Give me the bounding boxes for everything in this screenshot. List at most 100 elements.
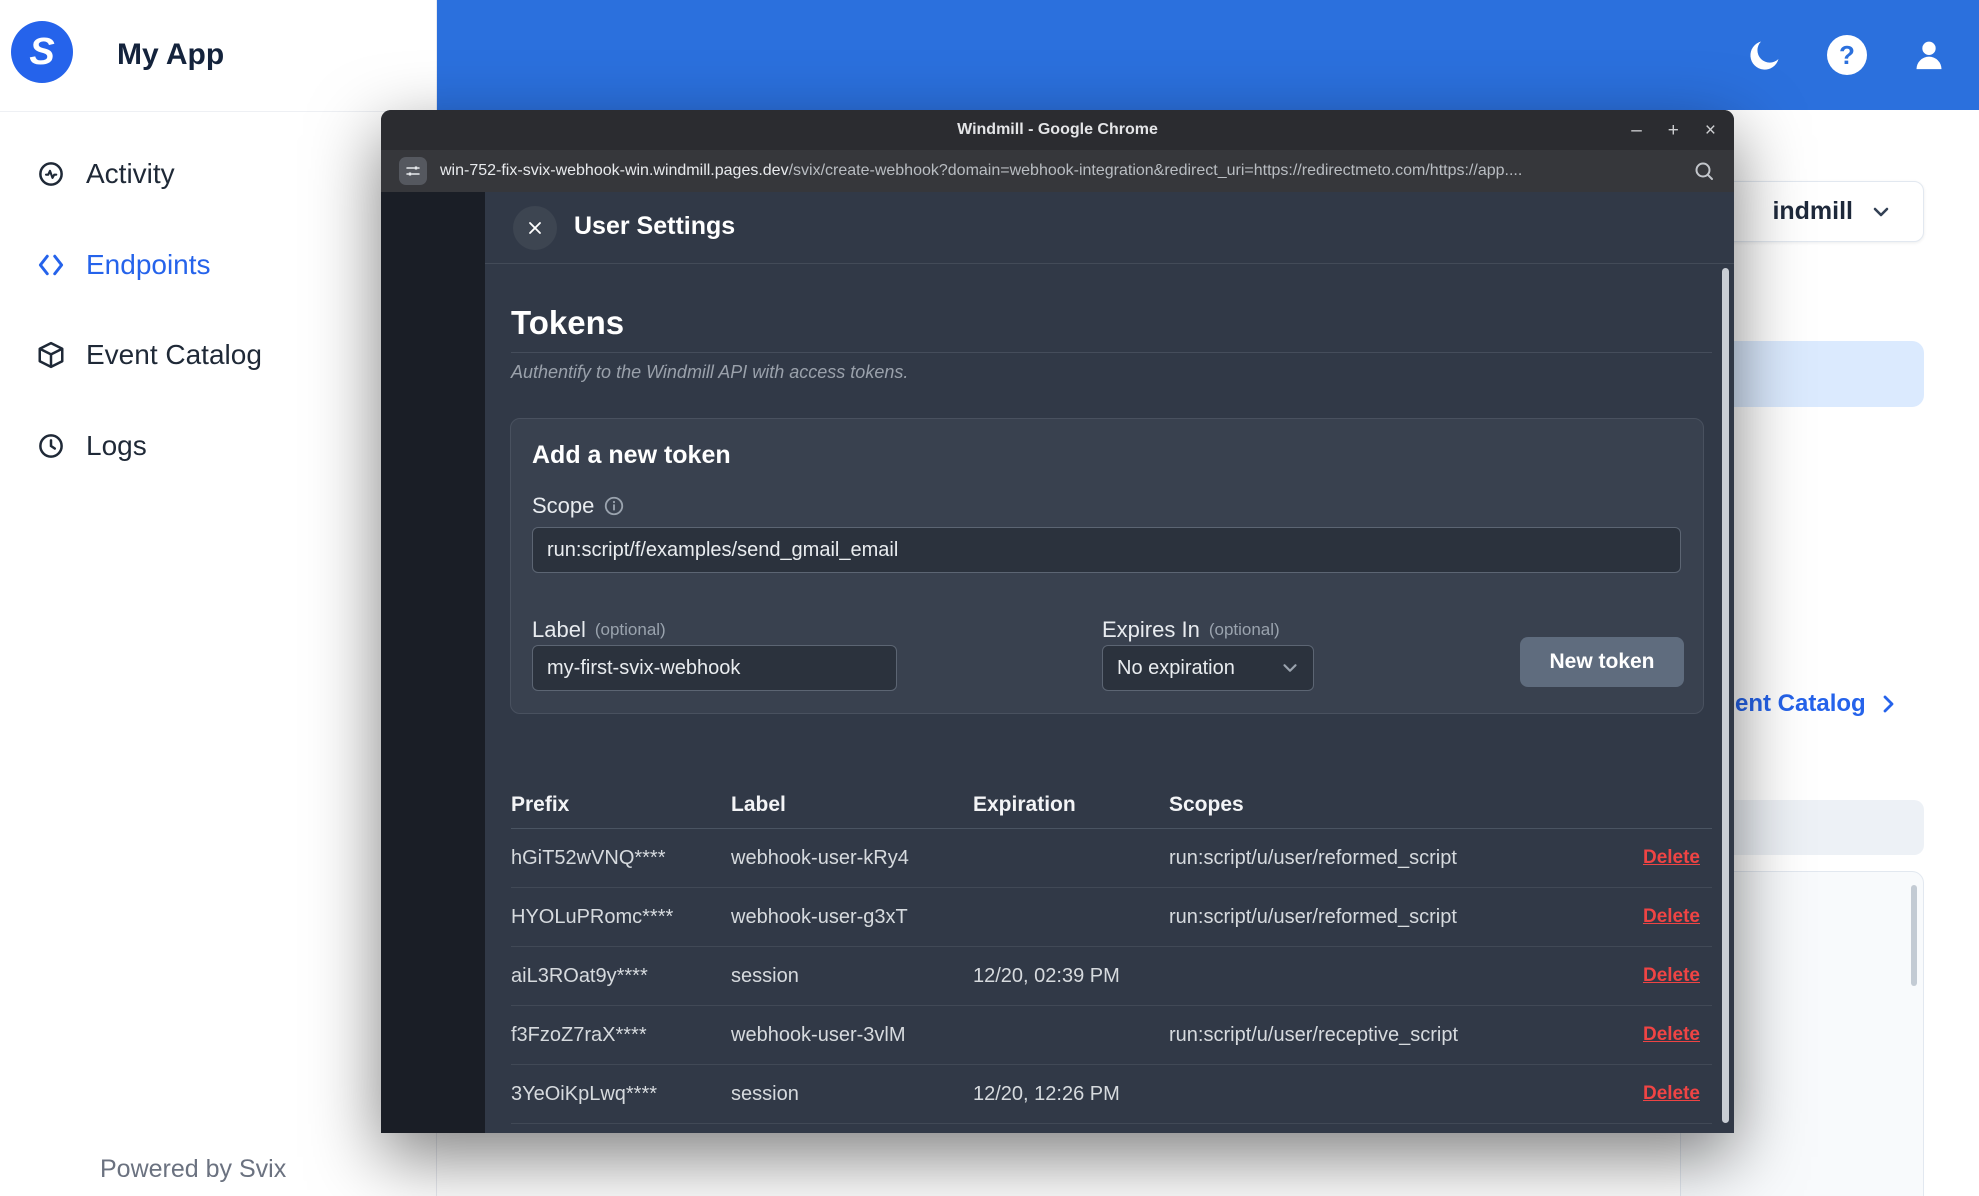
add-token-panel: Add a new token Scope Label (optional) E… [510, 418, 1704, 714]
url-text[interactable]: win-752-fix-svix-webhook-win.windmill.pa… [440, 162, 1679, 180]
help-icon: ? [1827, 35, 1867, 75]
table-row: hGiT52wVNQ**** webhook-user-kRy4 run:scr… [511, 829, 1712, 888]
close-window-button[interactable]: × [1705, 121, 1716, 140]
window-title: Windmill - Google Chrome [957, 121, 1158, 138]
dark-mode-toggle[interactable] [1743, 33, 1787, 77]
tokens-table-header: Prefix Label Expiration Scopes [511, 781, 1712, 829]
header-expiration: Expiration [973, 792, 1076, 816]
header-scopes: Scopes [1169, 792, 1244, 816]
tokens-table: Prefix Label Expiration Scopes hGiT52wVN… [511, 781, 1712, 1124]
sidebar-item-label: Activity [86, 158, 175, 189]
panel-scrollbar[interactable] [1911, 885, 1917, 986]
token-prefix: f3FzoZ7raX**** [511, 1023, 647, 1046]
cube-icon [38, 341, 64, 369]
app-title: My App [117, 38, 225, 71]
user-settings-drawer: User Settings Tokens Authentify to the W… [485, 192, 1734, 1133]
delete-token-link[interactable]: Delete [1643, 847, 1700, 869]
drawer-backdrop[interactable] [381, 192, 485, 1133]
sidebar-item-label: Endpoints [86, 249, 211, 280]
add-token-title: Add a new token [532, 441, 731, 469]
drawer-scrollbar[interactable] [1722, 268, 1729, 1123]
event-catalog-link-label: ent Catalog [1735, 690, 1866, 717]
moon-icon [1750, 41, 1779, 70]
browser-content: User Settings Tokens Authentify to the W… [381, 192, 1734, 1133]
token-expiration: 12/20, 12:26 PM [973, 1082, 1120, 1105]
sidebar-item-label: Event Catalog [86, 339, 262, 370]
chevron-down-icon [1283, 664, 1297, 672]
window-titlebar[interactable]: Windmill - Google Chrome – + × [381, 110, 1734, 150]
window-controls: – + × [1631, 110, 1716, 150]
token-label: session [731, 964, 799, 987]
minimize-button[interactable]: – [1631, 121, 1642, 140]
url-path: /svix/create-webhook?domain=webhook-inte… [788, 162, 1523, 179]
token-scopes: run:script/u/user/reformed_script [1169, 846, 1457, 869]
chevron-right-icon [1883, 695, 1894, 713]
delete-token-link[interactable]: Delete [1643, 1024, 1700, 1046]
user-icon [1916, 41, 1942, 70]
token-prefix: aiL3ROat9y**** [511, 964, 648, 987]
delete-token-link[interactable]: Delete [1643, 1083, 1700, 1105]
close-icon [529, 222, 541, 234]
optional-hint: (optional) [594, 620, 666, 639]
token-label: webhook-user-g3xT [731, 905, 908, 928]
address-bar[interactable]: win-752-fix-svix-webhook-win.windmill.pa… [381, 150, 1734, 192]
chrome-window: Windmill - Google Chrome – + × win-752-f… [381, 110, 1734, 1133]
url-domain: win-752-fix-svix-webhook-win.windmill.pa… [440, 162, 789, 179]
history-icon [39, 434, 63, 458]
drawer-header: User Settings [485, 192, 1734, 264]
environment-dropdown-label: indmill [1772, 197, 1853, 225]
code-icon [38, 254, 64, 276]
tokens-heading: Tokens [511, 304, 625, 341]
delete-token-link[interactable]: Delete [1643, 906, 1700, 928]
table-row: aiL3ROat9y**** session 12/20, 02:39 PM D… [511, 947, 1712, 1006]
close-drawer-button[interactable] [513, 206, 557, 250]
delete-token-link[interactable]: Delete [1643, 965, 1700, 987]
token-label: session [731, 1082, 799, 1105]
table-row: 3YeOiKpLwq**** session 12/20, 12:26 PM D… [511, 1065, 1712, 1124]
header-prefix: Prefix [511, 792, 570, 816]
token-label: webhook-user-3vlM [731, 1023, 906, 1046]
optional-hint: (optional) [1208, 620, 1280, 639]
scope-input[interactable] [532, 527, 1681, 573]
token-scopes: run:script/u/user/reformed_script [1169, 905, 1457, 928]
powered-by-svix: Powered by Svix [100, 1155, 287, 1183]
expiration-select[interactable]: No expiration [1102, 645, 1314, 691]
info-icon[interactable] [603, 495, 625, 517]
site-settings-icon[interactable] [399, 157, 427, 185]
token-scopes: run:script/u/user/receptive_script [1169, 1023, 1459, 1046]
user-menu-button[interactable] [1907, 33, 1951, 77]
table-row: HYOLuPRomc**** webhook-user-g3xT run:scr… [511, 888, 1712, 947]
expiration-select-value: No expiration [1117, 656, 1235, 679]
desktop: ? indmill ent Catalog S My App Activity … [0, 0, 1979, 1196]
token-expiration: 12/20, 02:39 PM [973, 964, 1120, 987]
expires-label: Expires In (optional) [1102, 617, 1280, 642]
sidebar-item-logs[interactable]: Logs [0, 417, 360, 475]
sidebar: S My App Activity Endpoints Event Catalo… [0, 0, 437, 1196]
token-label: webhook-user-kRy4 [731, 846, 909, 869]
sidebar-item-endpoints[interactable]: Endpoints [0, 236, 360, 294]
sidebar-item-event-catalog[interactable]: Event Catalog [0, 326, 360, 384]
new-token-button[interactable]: New token [1520, 637, 1684, 687]
token-label-input[interactable] [532, 645, 897, 691]
sidebar-header: S My App [0, 0, 436, 112]
search-icon[interactable] [1692, 159, 1716, 183]
activity-icon [39, 162, 63, 186]
header-label: Label [731, 792, 786, 816]
scope-label: Scope [532, 493, 625, 519]
label-label: Label (optional) [532, 617, 666, 642]
token-prefix: 3YeOiKpLwq**** [511, 1082, 658, 1105]
tokens-table-body: hGiT52wVNQ**** webhook-user-kRy4 run:scr… [511, 829, 1712, 1124]
topbar-icons: ? [1743, 0, 1951, 110]
divider [511, 352, 1712, 353]
table-row: f3FzoZ7raX**** webhook-user-3vlM run:scr… [511, 1006, 1712, 1065]
token-prefix: hGiT52wVNQ**** [511, 846, 666, 869]
help-button[interactable]: ? [1825, 33, 1869, 77]
maximize-button[interactable]: + [1668, 121, 1679, 140]
token-prefix: HYOLuPRomc**** [511, 905, 674, 928]
app-topbar: ? [437, 0, 1979, 110]
sidebar-item-activity[interactable]: Activity [0, 145, 360, 203]
tokens-subtitle: Authentify to the Windmill API with acce… [511, 362, 909, 382]
event-catalog-link-fragment[interactable]: ent Catalog [1735, 690, 1900, 718]
chevron-down-icon [1873, 207, 1889, 216]
drawer-title: User Settings [574, 212, 736, 240]
